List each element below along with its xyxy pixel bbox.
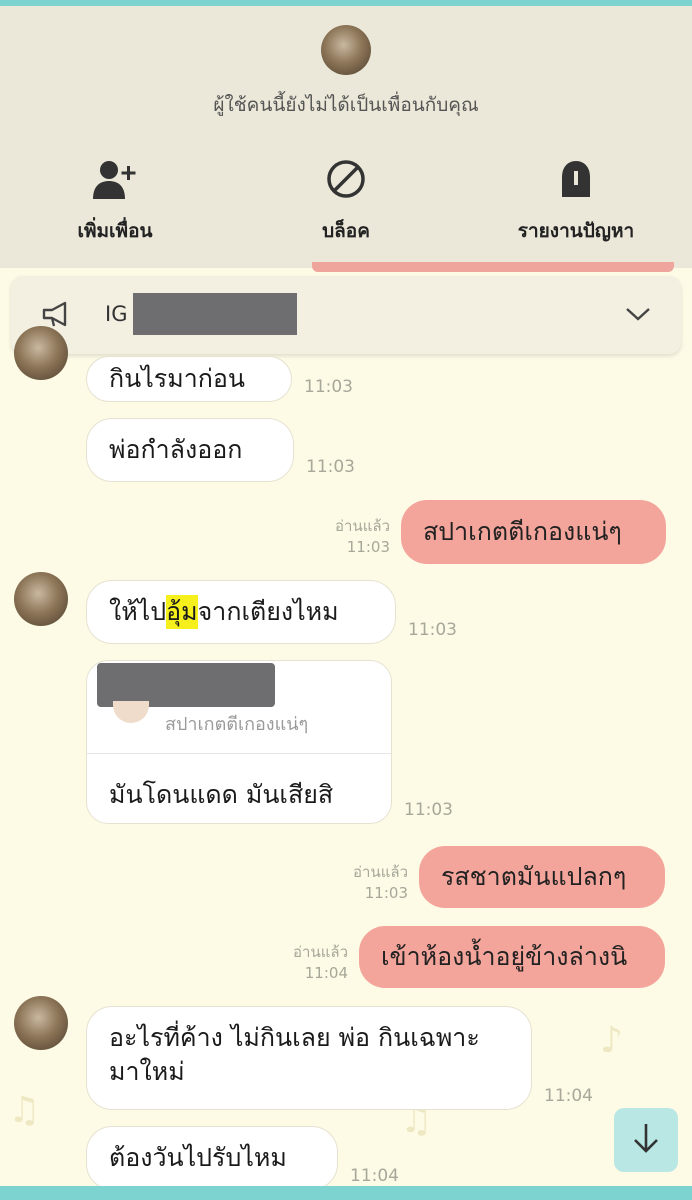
report-label: รายงานปัญหา	[517, 220, 635, 242]
announcement-text: IG	[105, 302, 128, 326]
incoming-message[interactable]: กินไรมาก่อน	[86, 356, 292, 402]
sender-avatar[interactable]	[14, 572, 68, 626]
outgoing-message[interactable]: เข้าห้องน้ำอยู่ข้างล่างนิ	[359, 926, 665, 988]
report-icon	[476, 156, 676, 202]
reply-thumbnail	[113, 701, 149, 723]
message-time: 11:03	[408, 620, 457, 640]
block-label: บล็อค	[322, 220, 370, 242]
sender-avatar[interactable]	[14, 996, 68, 1050]
redacted-block	[133, 293, 297, 335]
arrow-down-icon	[631, 1121, 661, 1159]
non-friend-header: ผู้ใช้คนนี้ยังไม่ได้เป็นเพื่อนกับคุณ เพิ…	[0, 6, 692, 268]
message-time: 11:04	[350, 1166, 399, 1186]
incoming-message[interactable]: พ่อกำลังออก	[86, 418, 294, 482]
bottom-accent-bar	[0, 1186, 692, 1200]
read-receipt: อ่านแล้ว 11:03	[335, 517, 390, 556]
scroll-to-bottom-button[interactable]	[614, 1108, 678, 1172]
read-receipt: อ่านแล้ว 11:03	[353, 863, 408, 902]
incoming-message[interactable]: ต้องวันไปรับไหม	[86, 1126, 338, 1190]
reply-text: มันโดนแดด มันเสียสิ	[109, 780, 334, 809]
read-receipt: อ่านแล้ว 11:04	[293, 943, 348, 982]
add-friend-label: เพิ่มเพื่อน	[77, 220, 153, 242]
quoted-message: สปาเกตตีเกองแน่ๆ	[165, 714, 309, 735]
report-button[interactable]: รายงานปัญหา	[476, 156, 676, 246]
outgoing-message[interactable]: รสชาตมันแปลกๆ	[419, 846, 665, 908]
music-note-decoration: ♫	[8, 1090, 41, 1131]
block-icon	[246, 156, 446, 202]
announcement-bar[interactable]: IG	[11, 276, 681, 354]
music-note-decoration: ♪	[600, 1020, 623, 1061]
message-time: 11:04	[544, 1086, 593, 1106]
add-friend-button[interactable]: เพิ่มเพื่อน	[15, 156, 215, 246]
add-friend-icon	[15, 156, 215, 202]
message-time: 11:03	[404, 800, 453, 820]
message-time: 11:03	[306, 457, 355, 477]
outgoing-bubble-edge	[312, 262, 674, 272]
outgoing-message[interactable]: สปาเกตตีเกองแน่ๆ	[401, 500, 666, 564]
sender-avatar[interactable]	[14, 326, 68, 380]
block-button[interactable]: บล็อค	[246, 156, 446, 246]
reply-message[interactable]: สปาเกตตีเกองแน่ๆ มันโดนแดด มันเสียสิ	[86, 660, 392, 824]
incoming-message[interactable]: ให้ไป อุ้ม จากเตียงไหม	[86, 580, 396, 644]
highlighted-word: อุ้ม	[166, 595, 198, 629]
message-time: 11:03	[304, 377, 353, 397]
incoming-message[interactable]: อะไรที่ค้าง ไม่กินเลย พ่อ กินเฉพาะมาใหม่	[86, 1006, 532, 1110]
divider	[87, 753, 391, 754]
contact-avatar[interactable]	[321, 25, 371, 75]
not-friend-notice: ผู้ใช้คนนี้ยังไม่ได้เป็นเพื่อนกับคุณ	[213, 94, 479, 116]
chevron-down-icon[interactable]	[625, 306, 651, 326]
